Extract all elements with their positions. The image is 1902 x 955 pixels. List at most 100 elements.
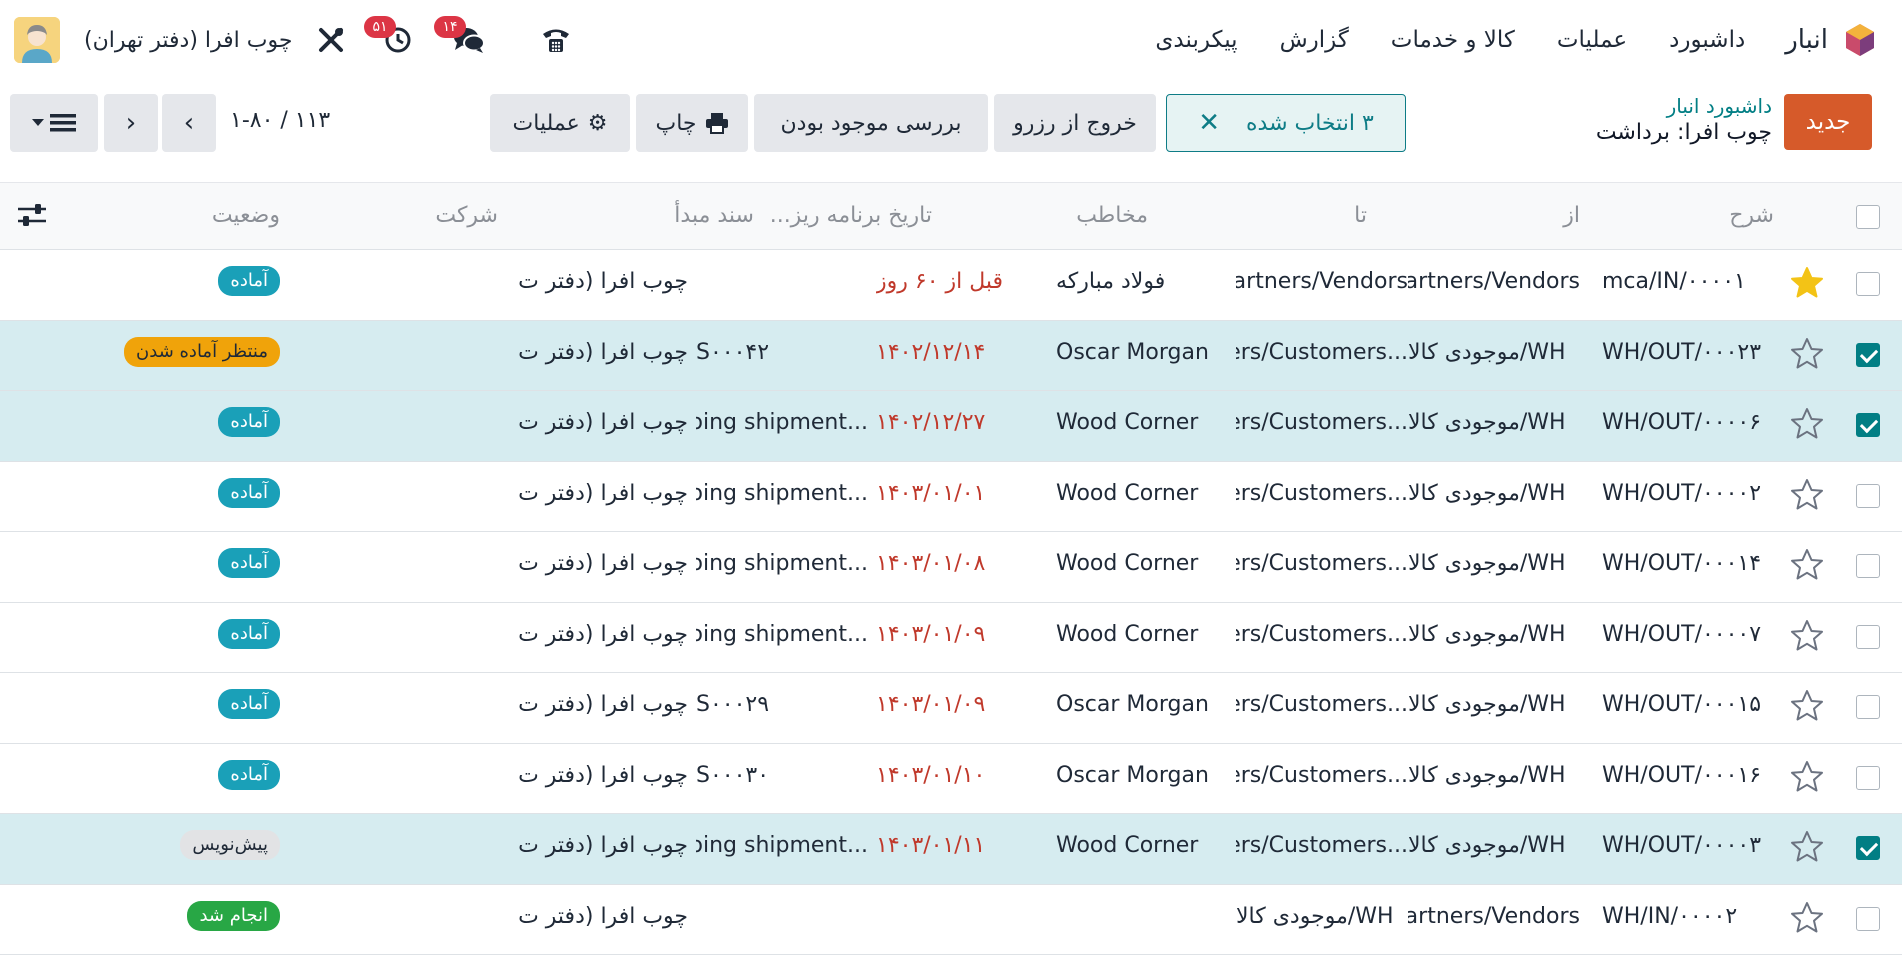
inventory-app-icon (1842, 22, 1878, 58)
header-reference[interactable]: شرح (1729, 203, 1774, 228)
new-button[interactable]: جدید (1784, 94, 1872, 150)
pager-previous-button[interactable]: ‹ (104, 94, 158, 152)
cell-contact: Oscar Morgan (1056, 692, 1228, 717)
star-outline-icon[interactable] (1790, 689, 1824, 723)
status-badge: آماده (218, 548, 280, 578)
table-row[interactable]: WH/OUT/۰۰۰۱۴WH/موجودی کالا...ners/Custom… (0, 532, 1902, 603)
phone-button[interactable] (526, 10, 586, 70)
breadcrumb: داشبورد انبار چوب افرا: برداشت (1596, 94, 1772, 145)
pager-value[interactable]: ۱-۸۰ / ۱۱۳ (230, 108, 330, 133)
star-outline-icon[interactable] (1790, 619, 1824, 653)
table-row[interactable]: WH/OUT/۰۰۰۲۳WH/موجودی کالا...ners/Custom… (0, 321, 1902, 392)
cell-source-document: S۰۰۰۴۲ (696, 340, 868, 365)
star-outline-icon[interactable] (1790, 760, 1824, 794)
cell-from: WH/موجودی کالا (1408, 622, 1580, 647)
cell-to: Partners/Vendors (1236, 269, 1408, 294)
row-checkbox[interactable] (1856, 695, 1880, 719)
select-all-checkbox[interactable] (1856, 205, 1880, 229)
company-switcher[interactable]: چوب افرا (دفتر تهران) (84, 28, 292, 53)
menu-operations[interactable]: عملیات (1557, 27, 1627, 53)
table-row[interactable]: WH/OUT/۰۰۰۱۶WH/موجودی کالا...ners/Custom… (0, 744, 1902, 815)
row-checkbox[interactable] (1856, 766, 1880, 790)
status-badge: آماده (218, 689, 280, 719)
star-outline-icon[interactable] (1790, 830, 1824, 864)
table-row[interactable]: WH/OUT/۰۰۰۱۵WH/موجودی کالا...ners/Custom… (0, 673, 1902, 744)
header-to[interactable]: تا (1354, 203, 1367, 228)
row-checkbox[interactable] (1856, 272, 1880, 296)
cell-company: چوب افرا (دفتر ت... (516, 340, 688, 365)
menu-reporting[interactable]: گزارش (1280, 27, 1349, 53)
menu-configuration[interactable]: پیکربندی (1155, 27, 1237, 53)
table-row[interactable]: mca/IN/۰۰۰۰۱Partners/VendorsPartners/Ven… (0, 250, 1902, 321)
print-icon (705, 112, 729, 134)
table-row[interactable]: WH/OUT/۰۰۰۰۳WH/موجودی کالا...ners/Custom… (0, 814, 1902, 885)
phone-icon (540, 25, 572, 55)
table-row[interactable]: WH/OUT/۰۰۰۰۶WH/موجودی کالا...ners/Custom… (0, 391, 1902, 462)
star-outline-icon[interactable] (1790, 337, 1824, 371)
clear-selection-icon[interactable]: ✕ (1198, 108, 1220, 138)
cell-scheduled-date: قبل از ۶۰ روز (876, 269, 1048, 294)
chevron-right-icon: › (184, 108, 194, 138)
tools-icon (317, 26, 345, 54)
table-row[interactable]: WH/IN/۰۰۰۰۲Partners/VendorsWH/موجودی کال… (0, 885, 1902, 955)
cell-from: WH/موجودی کالا (1408, 410, 1580, 435)
row-checkbox[interactable] (1856, 554, 1880, 578)
cell-company: چوب افرا (دفتر ت... (516, 410, 688, 435)
cell-contact: فولاد مبارکه (1056, 269, 1228, 294)
check-availability-button[interactable]: بررسی موجود بودن (754, 94, 988, 152)
pickings-list: شرح از تا مخاطب تاریخ برنامه ریز... سند … (0, 182, 1902, 955)
cell-company: چوب افرا (دفتر ت... (516, 481, 688, 506)
row-checkbox[interactable] (1856, 413, 1880, 437)
menu-dashboard[interactable]: داشبورد (1669, 27, 1745, 53)
cell-from: WH/موجودی کالا (1408, 340, 1580, 365)
activities-button[interactable]: ۵۱ (364, 10, 432, 70)
app-brand[interactable]: انبار (1745, 22, 1878, 58)
table-row[interactable]: WH/OUT/۰۰۰۰۷WH/موجودی کالا...ners/Custom… (0, 603, 1902, 674)
optional-columns-icon[interactable] (18, 203, 46, 229)
user-avatar[interactable] (14, 17, 60, 63)
cell-scheduled-date: ۱۴۰۳/۰۱/۰۱ (876, 481, 1048, 506)
cell-reference: WH/OUT/۰۰۰۰۲ (1602, 481, 1774, 506)
cell-scheduled-date: ۱۴۰۲/۱۲/۱۴ (876, 340, 1048, 365)
row-checkbox[interactable] (1856, 484, 1880, 508)
cell-to: WH/موجودی کالا (1236, 904, 1408, 929)
messages-button[interactable]: ۱۴ (432, 10, 506, 70)
menu-products[interactable]: کالا و خدمات (1391, 27, 1515, 53)
debug-tools-button[interactable] (306, 10, 356, 70)
breadcrumb-parent[interactable]: داشبورد انبار (1596, 94, 1772, 118)
star-outline-icon[interactable] (1790, 478, 1824, 512)
header-from[interactable]: از (1563, 203, 1580, 228)
status-badge: انجام شد (187, 901, 280, 931)
header-scheduled-date[interactable]: تاریخ برنامه ریز... (770, 203, 932, 228)
star-outline-icon[interactable] (1790, 548, 1824, 582)
main-menu: داشبورد عملیات کالا و خدمات گزارش پیکربن… (1155, 27, 1745, 53)
header-company[interactable]: شرکت (435, 203, 498, 228)
view-switcher-button[interactable] (10, 94, 98, 152)
status-badge: آماده (218, 407, 280, 437)
unreserve-button[interactable]: خروج از رزرو (994, 94, 1156, 152)
row-checkbox[interactable] (1856, 343, 1880, 367)
print-button[interactable]: چاپ (636, 94, 748, 152)
star-outline-icon[interactable] (1790, 901, 1824, 935)
cell-contact: Wood Corner (1056, 551, 1228, 576)
user-avatar-icon (14, 17, 60, 63)
pager-next-button[interactable]: › (162, 94, 216, 152)
table-row[interactable]: WH/OUT/۰۰۰۰۲WH/موجودی کالا...ners/Custom… (0, 462, 1902, 533)
cell-scheduled-date: ۱۴۰۳/۰۱/۱۱ (876, 833, 1048, 858)
actions-button[interactable]: ⚙ عملیات (490, 94, 630, 152)
table-header: شرح از تا مخاطب تاریخ برنامه ریز... سند … (0, 182, 1902, 250)
row-checkbox[interactable] (1856, 907, 1880, 931)
header-source-document[interactable]: سند مبدأ (674, 203, 754, 228)
star-outline-icon[interactable] (1790, 407, 1824, 441)
cell-source-document: S۰۰۰۲۹ (696, 692, 868, 717)
header-status[interactable]: وضعیت (212, 203, 280, 228)
app-name[interactable]: انبار (1785, 25, 1828, 55)
row-checkbox[interactable] (1856, 625, 1880, 649)
cell-scheduled-date: ۱۴۰۳/۰۱/۰۸ (876, 551, 1048, 576)
row-checkbox[interactable] (1856, 836, 1880, 860)
check-availability-label: بررسی موجود بودن (781, 111, 962, 136)
cell-reference: WH/IN/۰۰۰۰۲ (1602, 904, 1774, 929)
star-filled-icon[interactable] (1790, 266, 1824, 300)
header-contact[interactable]: مخاطب (1076, 203, 1148, 228)
status-badge: آماده (218, 478, 280, 508)
